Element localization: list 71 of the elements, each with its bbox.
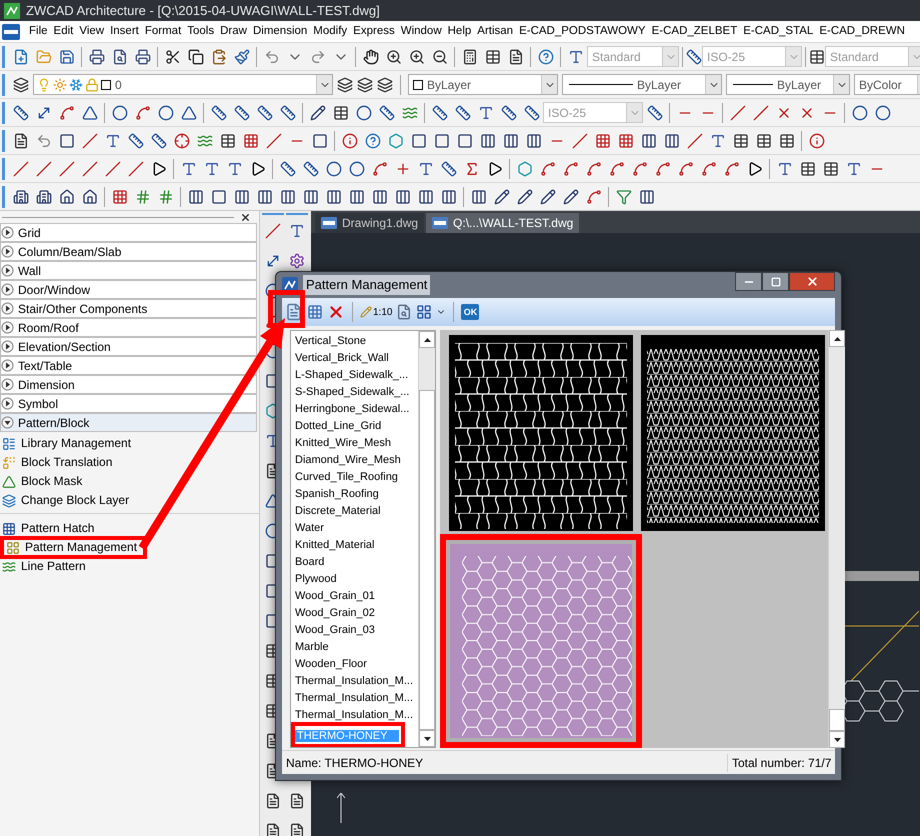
document-tab[interactable]: Drawing1.dwg — [315, 213, 424, 233]
linetype-dropdown[interactable]: ByLayer — [562, 74, 722, 95]
menu-item[interactable]: E-CAD_DREWN — [816, 22, 908, 40]
panel-section-header[interactable]: Room/Roof — [0, 318, 257, 337]
pattern-list-item[interactable]: Curved_Tile_Roofing — [295, 471, 398, 484]
status-name: Name: THERMO-HONEY — [285, 754, 424, 772]
panel-section-header[interactable]: Door/Window — [0, 280, 257, 299]
menu-item[interactable]: File — [26, 22, 51, 40]
pattern-list-item[interactable]: Wooden_Floor — [295, 658, 367, 671]
menu-item[interactable]: Format — [142, 22, 184, 40]
dialog-title: Pattern Management — [303, 275, 430, 295]
pattern-list-item[interactable]: Diamond_Wire_Mesh — [295, 454, 401, 467]
color-dropdown[interactable]: ByLayer — [408, 74, 558, 95]
pattern-list-item[interactable]: Wood_Grain_03 — [295, 624, 375, 637]
pattern-list-item[interactable]: Dotted_Line_Grid — [295, 420, 382, 433]
plot-style-dropdown[interactable]: ByColor — [854, 74, 920, 95]
menu-item[interactable]: Help — [444, 22, 474, 40]
pattern-list-item[interactable]: Thermal_Insulation_M... — [295, 692, 413, 705]
panel-section-header[interactable]: Elevation/Section — [0, 337, 257, 356]
menu-item[interactable]: View — [76, 22, 108, 40]
pattern-list-item[interactable]: Spanish_Roofing — [295, 488, 379, 501]
panel-tool-item[interactable]: Change Block Layer — [0, 493, 132, 508]
menu-item[interactable]: Artisan — [474, 22, 516, 40]
panel-section-header[interactable]: Column/Beam/Slab — [0, 242, 257, 261]
menu-item[interactable]: Insert — [107, 22, 142, 40]
pattern-list-item[interactable]: Marble — [295, 641, 329, 654]
panel-tool-item[interactable]: Block Translation — [0, 455, 114, 470]
menu-item[interactable]: Dimension — [250, 22, 310, 40]
pattern-list-item[interactable]: Plywood — [295, 573, 337, 586]
document-tab[interactable]: Q:\...\WALL-TEST.dwg — [426, 213, 580, 233]
menu-item[interactable]: E-CAD_PODSTAWOWY — [516, 22, 649, 40]
panel-section-header[interactable]: Stair/Other Components — [0, 299, 257, 318]
scale-button[interactable]: 1:10 — [360, 306, 392, 318]
panel-tool-item[interactable]: Pattern Management — [4, 540, 140, 555]
panel-tool-item[interactable]: Pattern Hatch — [0, 521, 96, 536]
panel-tool-item[interactable]: Line Pattern — [0, 559, 88, 574]
panel-section-header[interactable]: Text/Table — [0, 356, 257, 375]
panel-tool-item[interactable]: Block Mask — [0, 474, 84, 489]
pattern-list-item[interactable]: Thermal_Insulation_M... — [295, 709, 413, 722]
pattern-list-item[interactable]: Vertical_Brick_Wall — [295, 352, 389, 365]
pattern-list-item[interactable]: Wood_Grain_02 — [295, 607, 375, 620]
menu-item[interactable]: Express — [350, 22, 398, 40]
panel-section-header[interactable]: Grid — [0, 223, 257, 242]
panel-tool-item[interactable]: Library Management — [0, 436, 134, 451]
menu-item[interactable]: Tools — [184, 22, 218, 40]
pattern-list-item[interactable]: L-Shaped_Sidewalk_... — [295, 369, 408, 382]
status-total: Total number: 71/7 — [727, 754, 835, 772]
pattern-list-item[interactable]: Wood_Grain_01 — [295, 590, 375, 603]
pattern-list-item[interactable]: Thermal_Insulation_M... — [295, 675, 413, 688]
pattern-list-item[interactable]: S-Shaped_Sidewalk_... — [295, 386, 410, 399]
panel-section-header[interactable]: Symbol — [0, 394, 257, 413]
layer-dropdown[interactable]: 0 — [33, 74, 333, 95]
panel-section-header[interactable]: Wall — [0, 261, 257, 280]
panel-section-header[interactable]: Pattern/Block — [0, 413, 257, 432]
pattern-list-item[interactable]: Herringbone_Sidewal... — [295, 403, 410, 416]
panel-section-header[interactable]: Dimension — [0, 375, 257, 394]
menu-item[interactable]: Draw — [217, 22, 250, 40]
pattern-list-item[interactable]: Water — [295, 522, 324, 535]
pattern-list-item[interactable]: Board — [295, 556, 324, 569]
window-title: ZWCAD Architecture - [Q:\2015-04-UWAGI\WALL-TEST.dwg] — [26, 2, 380, 20]
lineweight-dropdown[interactable]: ByLayer — [726, 74, 850, 95]
pattern-list-item[interactable]: Knitted_Wire_Mesh — [295, 437, 391, 450]
pattern-list-item[interactable]: Discrete_Material — [295, 505, 381, 518]
menu-item[interactable]: E-CAD_STAL — [740, 22, 816, 40]
pattern-list-item[interactable]: Vertical_Stone — [295, 335, 366, 348]
menu-item[interactable]: Window — [398, 22, 445, 40]
menu-item[interactable]: E-CAD_ZELBET — [648, 22, 740, 40]
menu-item[interactable]: Modify — [310, 22, 350, 40]
ok-button[interactable]: OK — [461, 304, 480, 320]
menu-item[interactable]: Edit — [50, 22, 76, 40]
pattern-list-item[interactable]: Knitted_Material — [295, 539, 374, 552]
